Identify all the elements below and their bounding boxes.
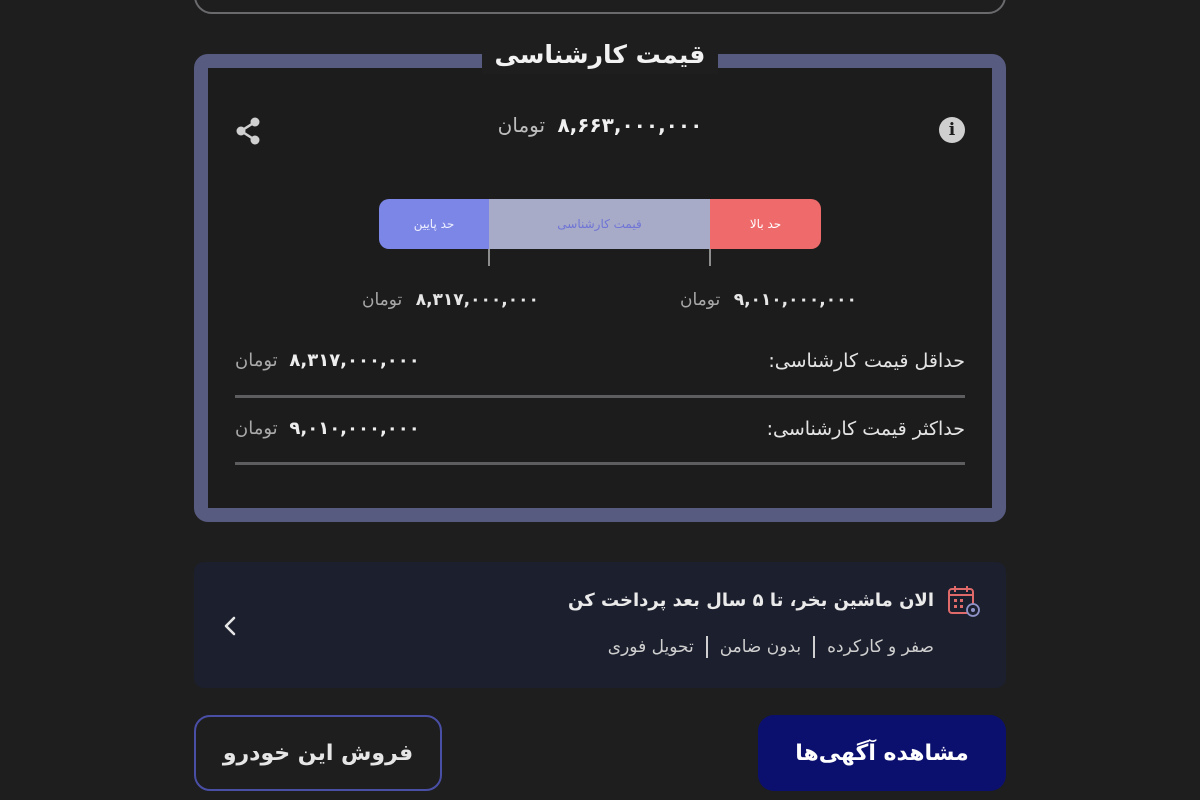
appraisal-price-unit: تومان	[497, 113, 546, 137]
installment-promo-banner[interactable]: الان ماشین بخر، تا ۵ سال بعد پرداخت کن ص…	[194, 562, 1006, 688]
range-max-label: ۹,۰۱۰,۰۰۰,۰۰۰ تومان	[680, 290, 857, 310]
range-max-unit: تومان	[680, 290, 721, 310]
info-icon[interactable]: i	[939, 117, 965, 143]
card-title: قیمت کارشناسی	[494, 40, 706, 69]
min-price-value: ۸,۳۱۷,۰۰۰,۰۰۰ تومان	[235, 350, 420, 371]
sell-car-button[interactable]: فروش این خودرو	[194, 715, 442, 791]
price-bar-min-tick	[488, 249, 490, 266]
range-min-value: ۸,۳۱۷,۰۰۰,۰۰۰	[415, 290, 539, 310]
row-divider	[235, 395, 965, 398]
min-price-unit: تومان	[235, 350, 278, 371]
chevron-left-icon[interactable]	[220, 614, 240, 638]
range-max-value: ۹,۰۱۰,۰۰۰,۰۰۰	[733, 290, 857, 310]
price-bar-high: حد بالا	[710, 199, 821, 249]
min-price-row: حداقل قیمت کارشناسی: ۸,۳۱۷,۰۰۰,۰۰۰ تومان	[235, 342, 965, 382]
feature-separator	[705, 636, 708, 658]
max-price-number: ۹,۰۱۰,۰۰۰,۰۰۰	[289, 418, 420, 439]
min-price-number: ۸,۳۱۷,۰۰۰,۰۰۰	[289, 350, 420, 371]
row-divider	[235, 462, 965, 465]
promo-feature: تحویل فوری	[607, 637, 694, 657]
price-bar-max-tick	[709, 249, 711, 266]
view-ads-button[interactable]: مشاهده آگهی‌ها	[758, 715, 1006, 791]
promo-feature: بدون ضامن	[719, 637, 802, 657]
max-price-row: حداکثر قیمت کارشناسی: ۹,۰۱۰,۰۰۰,۰۰۰ توما…	[235, 410, 965, 450]
feature-separator	[813, 636, 816, 658]
promo-title: الان ماشین بخر، تا ۵ سال بعد پرداخت کن	[568, 590, 934, 611]
price-bar-low: حد پایین	[379, 199, 489, 249]
promo-feature: صفر و کارکرده	[827, 637, 934, 657]
min-price-label: حداقل قیمت کارشناسی:	[768, 350, 965, 372]
max-price-value: ۹,۰۱۰,۰۰۰,۰۰۰ تومان	[235, 418, 420, 439]
max-price-unit: تومان	[235, 418, 278, 439]
previous-card	[194, 0, 1006, 14]
calendar-icon	[948, 586, 980, 617]
range-min-unit: تومان	[362, 290, 403, 310]
appraisal-price-value: ۸,۶۶۳,۰۰۰,۰۰۰	[557, 113, 703, 137]
range-min-label: ۸,۳۱۷,۰۰۰,۰۰۰ تومان	[362, 290, 539, 310]
promo-features: صفر و کارکرده بدون ضامن تحویل فوری	[608, 636, 934, 658]
price-bar-mid: قیمت کارشناسی	[489, 199, 710, 249]
max-price-label: حداکثر قیمت کارشناسی:	[766, 418, 965, 440]
appraisal-price: ۸,۶۶۳,۰۰۰,۰۰۰ تومان	[380, 113, 820, 137]
share-icon[interactable]	[234, 116, 262, 146]
